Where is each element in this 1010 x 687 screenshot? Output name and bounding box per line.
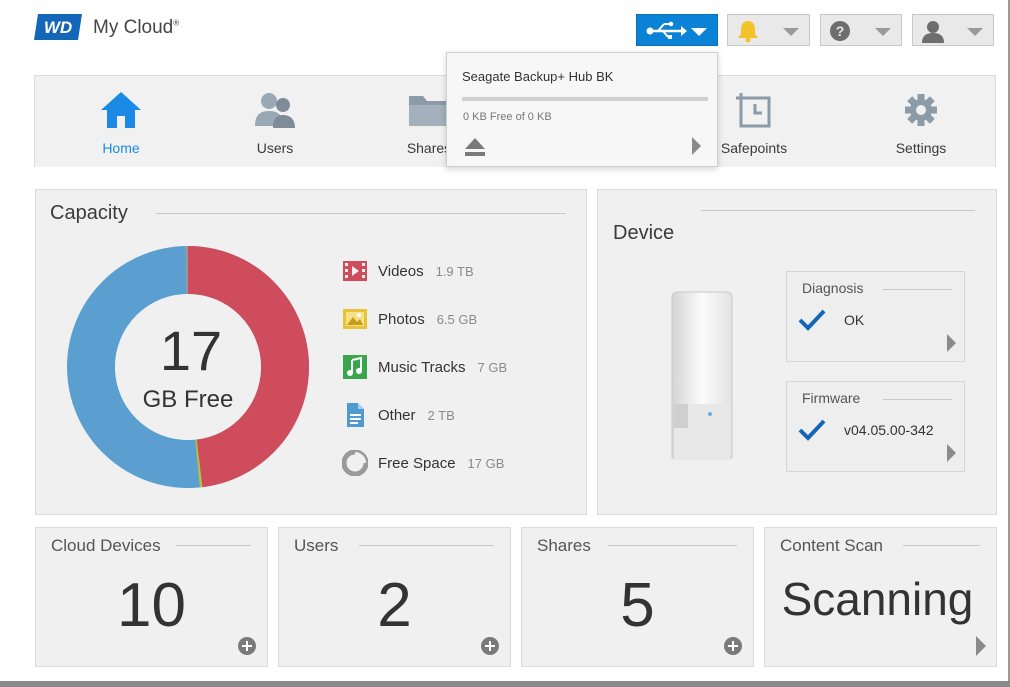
nav-item-home[interactable]: Home [66,90,176,156]
legend-name: Videos [378,262,424,280]
user-icon [922,21,944,43]
chevron-down-icon [875,28,891,36]
free-capacity-value: 17 [159,319,223,382]
diagnosis-value: OK [844,312,865,328]
photo-icon [343,309,367,329]
cloud-devices-tile[interactable]: Cloud Devices 10 [35,527,268,667]
help-icon: ? [830,21,850,41]
legend-item-videos: Videos 1.9 TB [342,258,474,284]
video-icon [343,261,367,281]
eject-icon[interactable] [464,137,486,157]
pie-icon [342,450,368,476]
tile-title: Cloud Devices [51,536,161,555]
nav-item-settings[interactable]: Settings [866,90,976,156]
free-capacity-label: GB Free [128,386,248,414]
shares-folder-icon [409,96,449,126]
tile-divider [176,545,251,546]
usb-device-popover: Seagate Backup+ Hub BK 0 KB Free of 0 KB [446,52,718,167]
legend-item-photos: Photos 6.5 GB [342,306,477,332]
alerts-button[interactable] [727,14,810,46]
user-menu-button[interactable] [912,14,994,46]
chevron-right-icon[interactable] [976,636,986,656]
tile-value: 2 [377,571,412,640]
usb-free-text: 0 KB Free of 0 KB [463,111,552,123]
legend-value: 1.9 TB [435,263,474,279]
legend-name: Photos [378,310,425,328]
legend-value: 2 TB [427,407,455,423]
window-bottom-edge [0,681,1010,687]
wd-logo: WD [34,14,82,40]
bell-icon [738,21,758,43]
legend-value: 6.5 GB [436,311,478,327]
nav-label: Home [102,140,140,156]
music-icon [343,355,367,379]
gear-icon [905,94,937,126]
add-icon[interactable] [480,636,500,656]
checkmark-icon [798,419,826,441]
usb-icon [646,21,687,39]
nas-device-image [671,291,733,460]
chevron-right-icon[interactable] [947,444,956,462]
firmware-value: v04.05.00-342 [844,422,934,438]
capacity-divider [156,213,566,214]
brand-mark: ® [173,18,180,28]
device-title: Device [613,222,675,244]
tile-value: Scanning [781,573,974,625]
content-scan-tile[interactable]: Content Scan Scanning [764,527,997,667]
tile-divider [903,545,980,546]
tile-value: 5 [620,571,655,640]
free-capacity-unit: GB [142,386,178,413]
tile-divider [359,545,494,546]
chevron-down-icon [691,28,707,36]
nav-item-users[interactable]: Users [220,90,330,156]
chevron-down-icon [967,28,983,36]
usb-usage-bar [462,97,708,101]
legend-name: Music Tracks [378,358,466,376]
users-icon [255,93,295,128]
legend-item-music: Music Tracks 7 GB [342,354,507,380]
tile-value: 10 [117,571,186,640]
tile-title: Content Scan [780,536,884,555]
chevron-down-icon [783,28,799,36]
brand-name: My Cloud [93,17,174,38]
safepoints-icon [736,93,771,128]
nav-label: Settings [895,140,947,156]
chevron-right-icon[interactable] [947,334,956,352]
document-icon [347,403,364,427]
legend-item-other: Other 2 TB [342,402,455,428]
users-tile[interactable]: Users 2 [278,527,511,667]
help-button[interactable]: ? [820,14,902,46]
svg-text:?: ? [836,23,845,39]
legend-item-free-space: Free Space 17 GB [342,450,504,476]
diagnosis-divider [883,289,952,290]
shares-tile[interactable]: Shares 5 [521,527,754,667]
legend-name: Other [378,406,416,424]
chevron-right-icon[interactable] [692,137,701,155]
tile-divider [608,545,737,546]
wd-logo-text: WD [44,18,72,37]
add-icon[interactable] [237,636,257,656]
home-icon [101,92,141,128]
capacity-panel: Capacity 17 GB Free Videos 1.9 TB Photos… [35,189,587,515]
tile-title: Shares [537,536,591,555]
diagnosis-card[interactable]: Diagnosis OK [786,271,965,362]
firmware-card[interactable]: Firmware v04.05.00-342 [786,381,965,472]
device-panel: Device Diagnosis OK Firmware v04.05.00-3… [597,189,997,515]
brand-title: My Cloud® [93,17,179,39]
nav-label: Users [256,140,294,156]
firmware-divider [883,399,952,400]
usb-device-name: Seagate Backup+ Hub BK [462,69,614,84]
diagnosis-title: Diagnosis [802,280,864,296]
free-capacity-text: Free [184,386,234,413]
tile-title: Users [294,536,339,555]
legend-value: 17 GB [467,455,505,471]
legend-name: Free Space [378,454,456,472]
add-icon[interactable] [723,636,743,656]
firmware-title: Firmware [802,390,861,406]
checkmark-icon [798,309,826,331]
usb-menu-button[interactable] [636,14,718,46]
legend-value: 7 GB [477,359,508,375]
device-divider [701,210,975,211]
capacity-title: Capacity [50,202,128,224]
